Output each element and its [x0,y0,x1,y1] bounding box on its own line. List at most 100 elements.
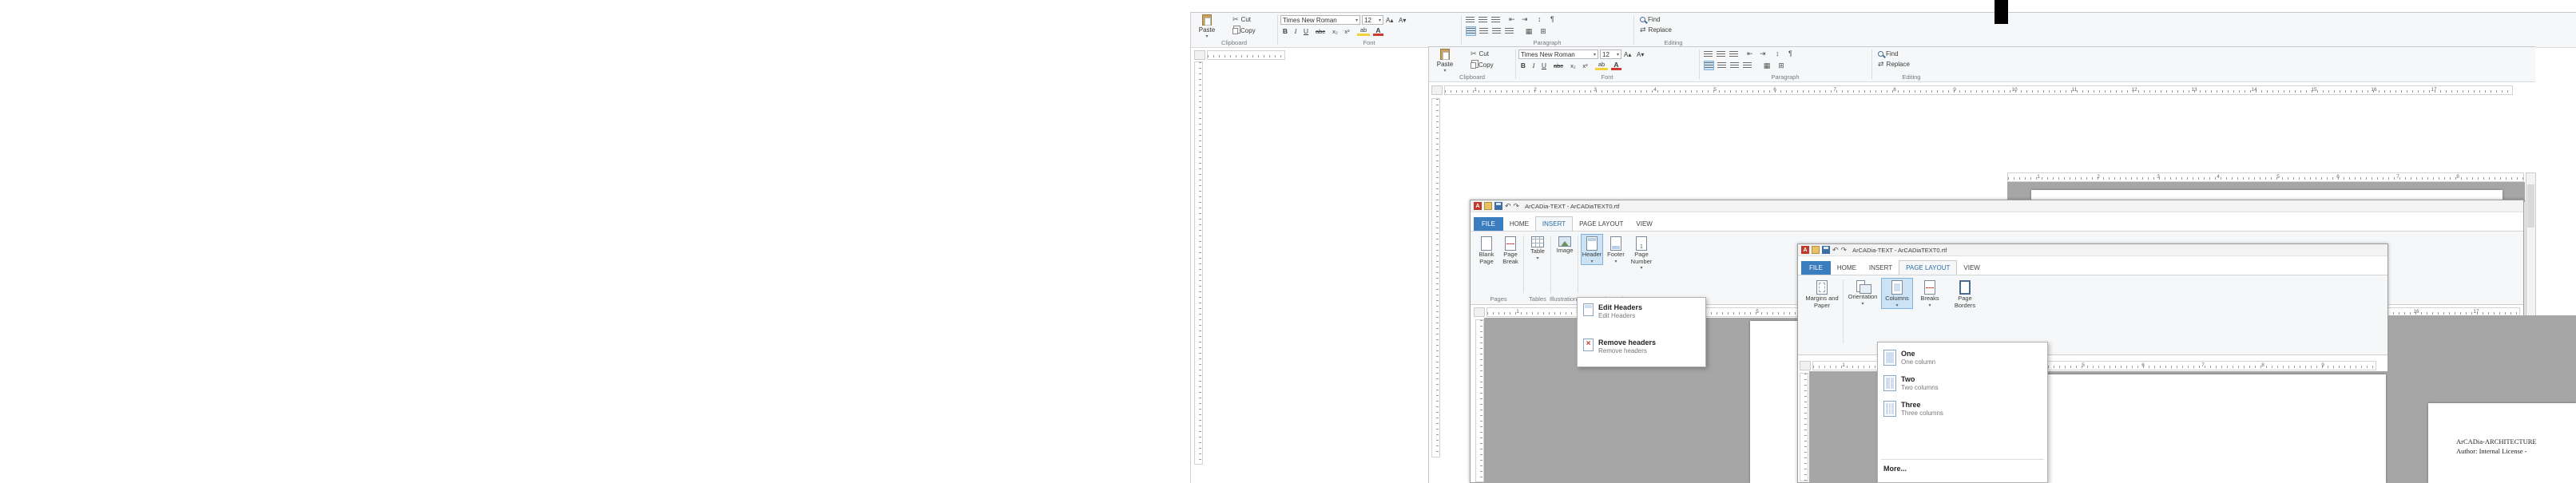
bullets-button[interactable] [1466,17,1475,24]
increase-indent-button[interactable]: ⇥ [1522,16,1528,23]
tab-home[interactable]: HOME [1503,217,1535,231]
shading-button[interactable]: ▦ [1761,61,1772,70]
image-button[interactable]: Image [1554,234,1576,255]
underline-button[interactable]: U [1539,61,1549,70]
align-center-button[interactable] [1717,61,1727,70]
justify-button[interactable] [1504,26,1514,36]
font-size-select[interactable]: 12 ▾ [1600,49,1621,59]
scrollbar-thumb[interactable] [2527,184,2534,228]
table-button[interactable]: Table ▾ [1526,234,1549,262]
page-borders-button[interactable]: Page Borders [1947,278,1983,310]
italic-button[interactable]: I [1530,61,1538,70]
bullets-button[interactable] [1704,51,1713,58]
menu-item-two-columns[interactable]: Two Two columns [1879,373,2046,394]
numbering-button[interactable] [1717,51,1725,58]
find-button[interactable]: Find [1878,50,1899,57]
undo-icon[interactable]: ↶ [1832,247,1839,254]
font-color-button[interactable]: A [1373,26,1383,36]
tab-view[interactable]: VIEW [1957,261,1986,275]
borders-button[interactable]: ⊞ [1776,61,1787,70]
footer-button[interactable]: Footer ▾ [1605,234,1627,265]
orientation-button[interactable]: Orientation ▾ [1846,278,1879,307]
save-icon[interactable] [1494,202,1502,210]
show-paragraph-marks-button[interactable]: ¶ [1550,16,1554,23]
find-button[interactable]: Find [1640,16,1661,23]
align-left-button[interactable] [1466,26,1476,36]
redo-icon[interactable]: ↷ [1514,203,1520,210]
breaks-button[interactable]: Breaks ▾ [1915,278,1945,309]
subscript-button[interactable]: x₂ [1330,26,1340,36]
shrink-font-button[interactable]: A▾ [1637,51,1644,58]
text-highlight-button[interactable]: ab [1357,26,1370,36]
subscript-button[interactable]: x₂ [1568,61,1578,70]
font-family-select[interactable]: Times New Roman ▾ [1518,49,1598,59]
align-left-button[interactable] [1704,61,1714,70]
shading-button[interactable]: ▦ [1523,26,1534,36]
copy-button[interactable]: Copy [1471,61,1494,69]
bold-button[interactable]: B [1280,26,1290,36]
open-icon[interactable] [1484,202,1492,210]
menu-item-edit-headers[interactable]: Edit Headers Edit Headers [1579,301,1704,322]
superscript-button[interactable]: x² [1580,61,1590,70]
font-size-select[interactable]: 12 ▾ [1362,15,1383,25]
open-icon[interactable] [1812,246,1820,254]
cut-button[interactable]: ✂ Cut [1232,16,1251,23]
cut-button[interactable]: ✂ Cut [1471,50,1489,57]
borders-button[interactable]: ⊞ [1538,26,1549,36]
columns-button[interactable]: Columns ▾ [1881,278,1913,309]
align-center-button[interactable] [1479,26,1489,36]
tab-page-layout[interactable]: PAGE LAYOUT [1573,217,1629,231]
align-right-button[interactable] [1491,26,1502,36]
italic-button[interactable]: I [1292,26,1300,36]
text-highlight-button[interactable]: ab [1595,61,1608,70]
menu-item-three-columns[interactable]: Three Three columns [1879,398,2046,419]
margins-and-paper-button[interactable]: Margins and Paper [1803,278,1841,310]
document-page[interactable]: ArCADia-ARCHITECTURE Author: Internal Li… [2428,403,2576,483]
page-number-button[interactable]: 1 Page Number ▾ [1629,234,1654,271]
menu-item-remove-headers[interactable]: × Remove headers Remove headers [1579,336,1704,357]
page-break-button[interactable]: Page Break [1499,234,1522,266]
menu-item-one-column[interactable]: One One column [1879,347,2046,368]
save-icon[interactable] [1822,246,1830,254]
redo-icon[interactable]: ↷ [1841,247,1848,254]
decrease-indent-button[interactable]: ⇤ [1509,16,1515,23]
tab-view[interactable]: VIEW [1629,217,1658,231]
underline-button[interactable]: U [1301,26,1311,36]
chevron-down-icon: ▾ [1928,303,1931,308]
strikethrough-button[interactable]: abc [1312,26,1328,36]
title-bar[interactable]: A ↶ ↷ ArCADia-TEXT - ArCADiaTEXT0.rtf [1798,244,2387,256]
grow-font-button[interactable]: A▴ [1386,17,1393,24]
menu-item-more-columns[interactable]: More... [1879,462,2046,476]
replace-button[interactable]: ⇄ Replace [1640,26,1672,34]
strikethrough-button[interactable]: abc [1550,61,1566,70]
header-button[interactable]: Header ▾ [1581,234,1603,265]
increase-indent-button[interactable]: ⇥ [1760,50,1766,57]
font-family-select[interactable]: Times New Roman ▾ [1280,15,1360,25]
align-right-button[interactable] [1729,61,1740,70]
decrease-indent-button[interactable]: ⇤ [1747,50,1753,57]
justify-button[interactable] [1742,61,1752,70]
tab-insert[interactable]: INSERT [1535,216,1573,231]
grow-font-button[interactable]: A▴ [1624,51,1631,58]
blank-page-button[interactable]: Blank Page [1475,234,1498,266]
show-paragraph-marks-button[interactable]: ¶ [1788,50,1792,57]
tab-page-layout[interactable]: PAGE LAYOUT [1899,260,1957,275]
superscript-button[interactable]: x² [1342,26,1352,36]
borders-icon: ⊞ [1778,62,1784,69]
title-bar[interactable]: A ↶ ↷ ArCADia-TEXT - ArCADiaTEXT0.rtf [1471,200,2523,212]
font-color-button[interactable]: A [1611,61,1621,70]
tab-insert[interactable]: INSERT [1863,261,1899,275]
tab-file[interactable]: FILE [1801,261,1831,275]
tab-home[interactable]: HOME [1831,261,1863,275]
line-spacing-button[interactable]: ↕ [1776,50,1780,57]
numbering-button[interactable] [1479,17,1487,24]
undo-icon[interactable]: ↶ [1505,203,1511,210]
bold-button[interactable]: B [1518,61,1528,70]
replace-button[interactable]: ⇄ Replace [1878,61,1910,68]
line-spacing-button[interactable]: ↕ [1538,16,1542,23]
multilevel-list-button[interactable] [1729,51,1738,58]
tab-file[interactable]: FILE [1474,217,1503,231]
multilevel-list-button[interactable] [1491,17,1500,24]
copy-button[interactable]: Copy [1232,26,1256,34]
shrink-font-button[interactable]: A▾ [1399,17,1406,24]
